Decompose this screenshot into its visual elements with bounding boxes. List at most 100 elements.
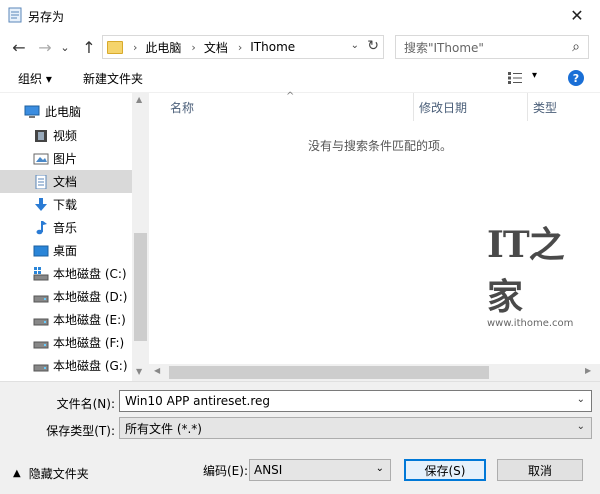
sidebar-item-label: 文档 — [53, 175, 78, 189]
picture-icon — [33, 153, 49, 164]
sidebar-item-music[interactable]: 音乐 — [0, 216, 132, 239]
sidebar-item-desktop[interactable]: 桌面 — [0, 239, 132, 262]
cancel-button[interactable]: 取消 — [497, 459, 583, 481]
sidebar-item-this-pc[interactable]: 此电脑 — [0, 100, 132, 123]
cancel-button-label: 取消 — [527, 463, 552, 478]
sidebar-item-documents[interactable]: 文档 — [0, 170, 132, 193]
scrollbar-thumb[interactable] — [169, 366, 489, 379]
sort-ascending-icon: ^ — [286, 91, 295, 102]
help-icon: ? — [572, 71, 580, 85]
up-button[interactable]: ↑ — [78, 36, 100, 58]
sidebar-item-label: 本地磁盘 (D:) — [53, 290, 128, 304]
scroll-left-icon[interactable]: ◀ — [154, 366, 160, 375]
download-icon — [35, 197, 47, 211]
sidebar-item-pictures[interactable]: 图片 — [0, 147, 132, 170]
drive-windows-icon — [33, 266, 49, 280]
sidebar-item-label: 本地磁盘 (F:) — [53, 336, 125, 350]
content-area: 此电脑 视频 图片 文档 下载 音乐 桌面 本地磁盘 (C:) 本地磁盘 (D:… — [0, 91, 600, 381]
sidebar-item-downloads[interactable]: 下载 — [0, 193, 132, 216]
scroll-right-icon[interactable]: ▶ — [585, 366, 591, 375]
sidebar-item-drive-f[interactable]: 本地磁盘 (F:) — [0, 331, 132, 354]
filename-value: Win10 APP antireset.reg — [125, 394, 270, 408]
scroll-down-icon[interactable]: ▼ — [136, 367, 142, 376]
scroll-up-icon[interactable]: ▲ — [136, 95, 142, 104]
drive-icon — [33, 318, 49, 325]
sidebar-item-drive-g[interactable]: 本地磁盘 (G:) — [0, 354, 132, 377]
document-icon — [35, 174, 47, 189]
close-button[interactable]: ✕ — [554, 0, 600, 30]
sidebar-item-videos[interactable]: 视频 — [0, 124, 132, 147]
filename-field[interactable]: Win10 APP antireset.reg ⌄ — [119, 390, 592, 412]
breadcrumb-this-pc[interactable]: 此电脑 — [145, 39, 181, 56]
breadcrumb-separator[interactable]: › — [238, 41, 242, 54]
navigation-pane: 此电脑 视频 图片 文档 下载 音乐 桌面 本地磁盘 (C:) 本地磁盘 (D:… — [0, 93, 132, 381]
column-divider[interactable] — [413, 93, 414, 121]
save-button-label: 保存(S) — [424, 463, 466, 478]
arrow-up-icon: ↑ — [82, 37, 96, 57]
empty-results-message: 没有与搜索条件匹配的项。 — [308, 139, 453, 153]
column-header-name[interactable]: 名称 — [170, 93, 194, 121]
sidebar-item-label: 本地磁盘 (C:) — [53, 267, 127, 281]
address-bar[interactable]: › 此电脑 › 文档 › IThome ⌄ ↻ — [102, 35, 384, 59]
save-button[interactable]: 保存(S) — [404, 459, 486, 481]
column-header-label: 修改日期 — [419, 100, 468, 115]
help-button[interactable]: ? — [568, 70, 584, 86]
filename-label: 文件名(N): — [56, 397, 115, 411]
view-options-icon[interactable] — [508, 72, 522, 84]
arrow-left-icon: ← — [12, 37, 26, 57]
drive-icon — [33, 364, 49, 371]
filetype-select[interactable]: 所有文件 (*.*) ⌄ — [119, 417, 592, 439]
window-title: 另存为 — [28, 10, 65, 24]
sidebar-item-label: 视频 — [53, 129, 78, 143]
breadcrumb-ithome[interactable]: IThome — [250, 40, 295, 54]
column-divider[interactable] — [527, 93, 528, 121]
sidebar-item-drive-c[interactable]: 本地磁盘 (C:) — [0, 262, 132, 285]
organize-button[interactable]: 组织 ▾ — [18, 70, 52, 87]
hide-folders-toggle[interactable]: ▲ 隐藏文件夹 — [13, 465, 89, 482]
filetype-value: 所有文件 (*.*) — [125, 421, 202, 436]
drive-icon — [33, 295, 49, 302]
notepad-icon — [8, 7, 22, 23]
column-header-date[interactable]: 修改日期 — [419, 93, 467, 121]
encoding-label: 编码(E): — [203, 464, 248, 478]
refresh-icon[interactable]: ↻ — [367, 38, 379, 54]
search-input[interactable]: 搜索"IThome" ⌕ — [395, 35, 589, 59]
back-button[interactable]: ← — [8, 36, 30, 58]
sidebar-item-label: 本地磁盘 (E:) — [53, 313, 126, 327]
sidebar-item-drive-d[interactable]: 本地磁盘 (D:) — [0, 285, 132, 308]
breadcrumb-separator[interactable]: › — [133, 41, 137, 54]
encoding-select[interactable]: ANSI ⌄ — [249, 459, 391, 481]
save-form: 文件名(N): Win10 APP antireset.reg ⌄ 保存类型(T… — [0, 381, 600, 494]
column-header-type[interactable]: 类型 — [533, 93, 557, 121]
ithome-logo: IT之家 — [487, 224, 565, 318]
drive-icon — [33, 341, 49, 348]
address-dropdown-icon[interactable]: ⌄ — [351, 40, 359, 51]
chevron-up-icon: ▲ — [13, 468, 21, 479]
sidebar-item-drive-e[interactable]: 本地磁盘 (E:) — [0, 308, 132, 331]
sidebar-item-label: 图片 — [53, 152, 78, 166]
encoding-value: ANSI — [254, 463, 283, 477]
column-header-label: 类型 — [533, 100, 558, 115]
watermark-url: www.ithome.com — [487, 318, 574, 329]
recent-locations-button[interactable]: ⌄ — [58, 36, 72, 58]
arrow-right-icon: → — [38, 37, 52, 57]
sidebar-item-label: 此电脑 — [45, 105, 82, 119]
close-icon: ✕ — [570, 5, 584, 25]
sidebar-item-label: 桌面 — [53, 244, 78, 258]
chevron-down-icon[interactable]: ⌄ — [577, 394, 585, 405]
sidebar-scrollbar[interactable]: ▲ ▼ — [132, 93, 149, 381]
music-icon — [36, 220, 47, 234]
breadcrumb-documents[interactable]: 文档 — [204, 39, 228, 56]
scrollbar-thumb[interactable] — [134, 233, 147, 341]
chevron-down-icon[interactable]: ⌄ — [577, 421, 585, 432]
horizontal-scrollbar[interactable]: ◀ ▶ — [149, 364, 600, 381]
new-folder-button[interactable]: 新建文件夹 — [83, 70, 143, 87]
sidebar-item-label: 本地磁盘 (G:) — [53, 359, 128, 373]
title-bar: 另存为 ✕ — [0, 0, 600, 30]
hide-folders-label: 隐藏文件夹 — [28, 467, 89, 481]
breadcrumb-separator[interactable]: › — [191, 41, 195, 54]
view-dropdown-icon[interactable]: ▾ — [532, 70, 537, 81]
watermark: IT之家 www.ithome.com — [487, 216, 582, 329]
search-icon[interactable]: ⌕ — [572, 39, 580, 55]
forward-button[interactable]: → — [34, 36, 56, 58]
